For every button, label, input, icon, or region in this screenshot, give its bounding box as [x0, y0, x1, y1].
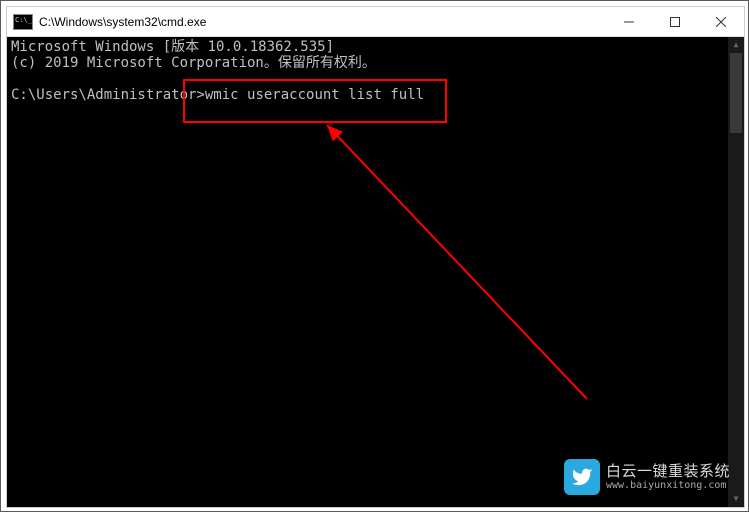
- watermark-bird-icon: [564, 459, 600, 495]
- annotation-arrow: [7, 37, 744, 507]
- window-title: C:\Windows\system32\cmd.exe: [39, 15, 606, 29]
- window-controls: [606, 7, 744, 36]
- titlebar[interactable]: C:\Windows\system32\cmd.exe: [7, 7, 744, 37]
- watermark-text: 白云一键重装系统 www.baiyunxitong.com: [606, 463, 730, 491]
- terminal-prompt-line: C:\Users\Administrator>wmic useraccount …: [11, 87, 740, 103]
- minimize-button[interactable]: [606, 7, 652, 36]
- command-text: wmic useraccount list full: [205, 87, 424, 103]
- close-button[interactable]: [698, 7, 744, 36]
- terminal-blank-line: [11, 71, 740, 87]
- watermark-url: www.baiyunxitong.com: [606, 480, 730, 491]
- scrollbar-up-icon[interactable]: ▲: [728, 37, 744, 53]
- maximize-button[interactable]: [652, 7, 698, 36]
- terminal-line-version: Microsoft Windows [版本 10.0.18362.535]: [11, 39, 740, 55]
- terminal-line-copyright: (c) 2019 Microsoft Corporation。保留所有权利。: [11, 55, 740, 71]
- vertical-scrollbar[interactable]: ▲ ▼: [728, 37, 744, 507]
- cmd-icon: [13, 14, 33, 30]
- watermark: 白云一键重装系统 www.baiyunxitong.com: [564, 459, 730, 495]
- terminal-area[interactable]: Microsoft Windows [版本 10.0.18362.535] (c…: [7, 37, 744, 507]
- cmd-window: C:\Windows\system32\cmd.exe Microsoft Wi…: [6, 6, 745, 508]
- prompt-text: C:\Users\Administrator>: [11, 87, 205, 103]
- watermark-title: 白云一键重装系统: [606, 463, 730, 480]
- scrollbar-thumb[interactable]: [730, 53, 742, 133]
- scrollbar-down-icon[interactable]: ▼: [728, 491, 744, 507]
